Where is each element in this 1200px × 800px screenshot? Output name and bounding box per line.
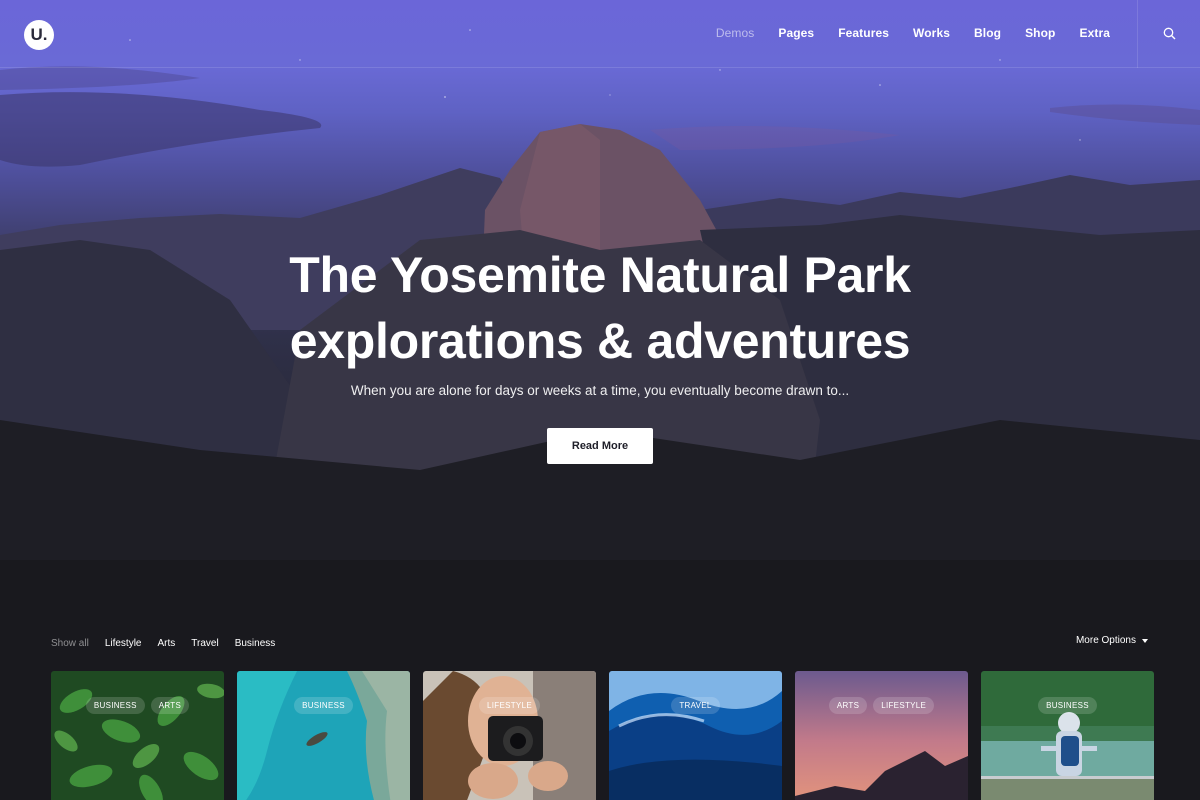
filter-travel[interactable]: Travel bbox=[191, 638, 218, 649]
tag-business[interactable]: BUSINESS bbox=[85, 697, 145, 714]
post-card[interactable]: LIFESTYLE bbox=[423, 671, 596, 800]
tag-arts[interactable]: ARTS bbox=[150, 697, 190, 714]
hero-title: The Yosemite Natural Park explorations &… bbox=[0, 242, 1200, 374]
nav-item-features[interactable]: Features bbox=[838, 26, 889, 40]
more-options-label: More Options bbox=[1075, 635, 1136, 646]
site-logo[interactable]: U. bbox=[24, 20, 54, 50]
green-leaves-image bbox=[51, 671, 224, 800]
filter-show-all[interactable]: Show all bbox=[51, 638, 89, 649]
search-icon[interactable] bbox=[1163, 27, 1176, 40]
woman-camera-image bbox=[423, 671, 596, 800]
card-tags: BUSINESS ARTS bbox=[51, 697, 224, 714]
nav-item-shop[interactable]: Shop bbox=[1025, 26, 1055, 40]
nav-item-extra[interactable]: Extra bbox=[1079, 26, 1110, 40]
tag-lifestyle[interactable]: LIFESTYLE bbox=[873, 697, 935, 714]
post-card[interactable]: TRAVEL bbox=[609, 671, 782, 800]
nav-item-works[interactable]: Works bbox=[913, 26, 950, 40]
main-menu: Demos Pages Features Works Blog Shop Ext… bbox=[716, 26, 1110, 40]
card-tags: BUSINESS bbox=[981, 697, 1154, 714]
tag-business[interactable]: BUSINESS bbox=[294, 697, 353, 714]
post-card[interactable]: BUSINESS ARTS bbox=[51, 671, 224, 800]
card-tags: ARTS LIFESTYLE bbox=[795, 697, 968, 714]
category-filters: Show all Lifestyle Arts Travel Business bbox=[51, 638, 275, 649]
hero-subtitle: When you are alone for days or weeks at … bbox=[350, 383, 850, 398]
post-card[interactable]: BUSINESS bbox=[237, 671, 410, 800]
tag-lifestyle[interactable]: LIFESTYLE bbox=[479, 697, 540, 714]
hero-title-line-1: The Yosemite Natural Park bbox=[289, 247, 911, 303]
ocean-wave-image bbox=[609, 671, 782, 800]
top-navbar: U. Demos Pages Features Works Blog Shop … bbox=[0, 0, 1200, 68]
hero-title-line-2: explorations & adventures bbox=[289, 313, 911, 369]
filter-arts[interactable]: Arts bbox=[158, 638, 176, 649]
caret-down-icon bbox=[1142, 638, 1148, 643]
turquoise-coast-image bbox=[237, 671, 410, 800]
card-tags: LIFESTYLE bbox=[423, 697, 596, 714]
tag-travel[interactable]: TRAVEL bbox=[671, 697, 720, 714]
filter-business[interactable]: Business bbox=[235, 638, 276, 649]
nav-divider bbox=[1137, 0, 1138, 68]
sunset-mountains-image bbox=[795, 671, 968, 800]
post-card[interactable]: BUSINESS bbox=[981, 671, 1154, 800]
hero-section: U. Demos Pages Features Works Blog Shop … bbox=[0, 0, 1200, 800]
card-tags: TRAVEL bbox=[609, 697, 782, 714]
card-tags: BUSINESS bbox=[237, 697, 410, 714]
hiker-at-lake-image bbox=[981, 671, 1154, 800]
more-options-dropdown[interactable]: More Options bbox=[1076, 635, 1148, 646]
nav-item-pages[interactable]: Pages bbox=[778, 26, 814, 40]
post-card[interactable]: ARTS LIFESTYLE bbox=[795, 671, 968, 800]
post-cards-grid: BUSINESS ARTS BUSINESS LIFESTYLE TRAVEL … bbox=[51, 671, 1154, 800]
read-more-button[interactable]: Read More bbox=[547, 428, 653, 464]
nav-item-blog[interactable]: Blog bbox=[974, 26, 1001, 40]
tag-business[interactable]: BUSINESS bbox=[1038, 697, 1097, 714]
nav-item-demos[interactable]: Demos bbox=[716, 26, 755, 40]
tag-arts[interactable]: ARTS bbox=[828, 697, 868, 714]
filter-lifestyle[interactable]: Lifestyle bbox=[105, 638, 142, 649]
